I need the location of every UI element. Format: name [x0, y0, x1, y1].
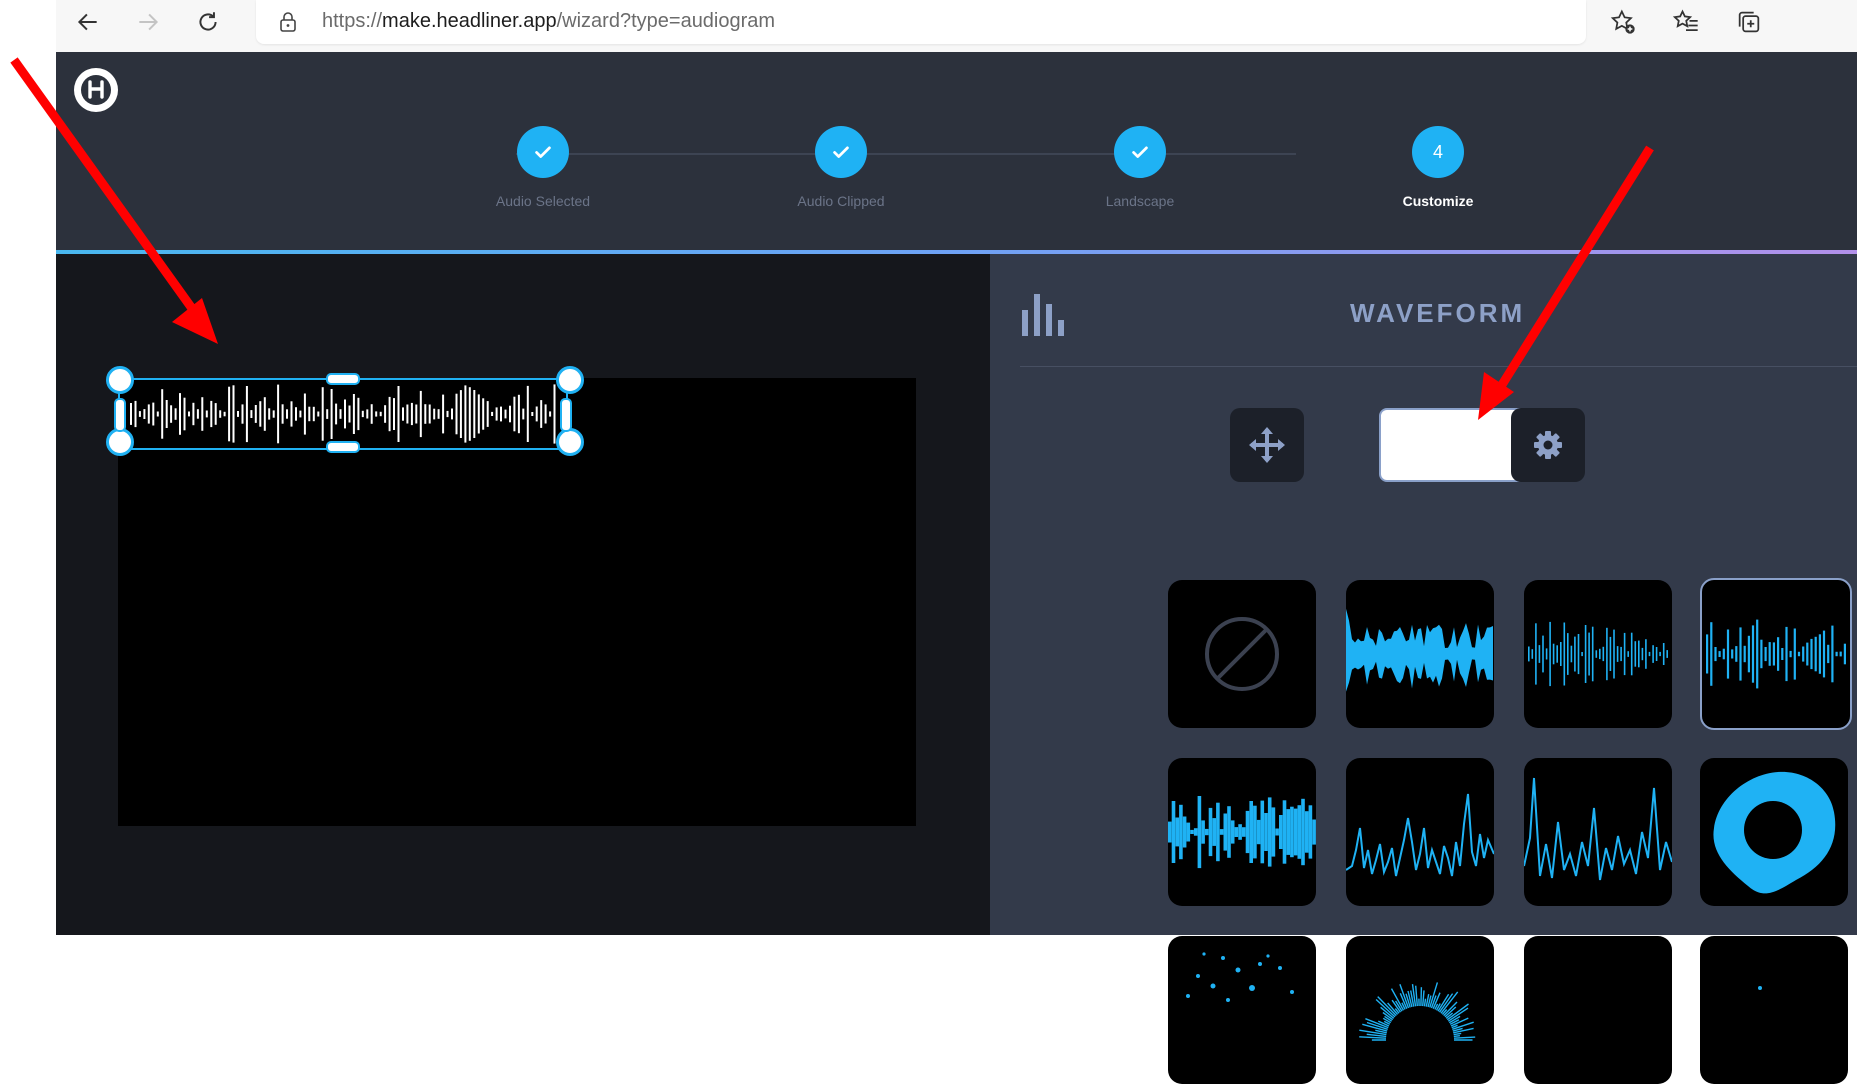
resize-handle-right[interactable]	[560, 398, 572, 432]
waveform-style-bars-blocky[interactable]	[1168, 758, 1316, 906]
waveform-style-radial[interactable]	[1346, 936, 1494, 1084]
bars-blocky-icon	[1168, 758, 1316, 906]
no-waveform-icon	[1168, 580, 1316, 728]
collections-icon	[1735, 8, 1763, 36]
panel-divider	[1020, 366, 1857, 367]
refresh-button[interactable]	[190, 4, 226, 40]
back-arrow-icon	[75, 9, 101, 35]
step-label: Audio Clipped	[731, 193, 951, 209]
step-landscape: Landscape	[1030, 126, 1250, 209]
headliner-app: Audio Selected Audio Clipped Landscape 4…	[56, 52, 1857, 935]
dots-icon	[1168, 936, 1316, 1084]
forward-button[interactable]	[130, 4, 166, 40]
step-customize: 4 Customize	[1328, 126, 1548, 209]
favorites-button[interactable]	[1670, 6, 1702, 38]
lock-icon	[278, 10, 298, 39]
url-text: https://make.headliner.app/wizard?type=a…	[322, 10, 775, 33]
bars-thin-icon	[1524, 580, 1672, 728]
blob-icon	[1700, 758, 1848, 906]
add-favorite-button[interactable]	[1607, 6, 1639, 38]
wave-fill-icon	[1346, 580, 1494, 728]
waveform-style-line-jagged[interactable]	[1524, 758, 1672, 906]
selection-box	[118, 378, 568, 450]
step-number-badge: 4	[1412, 126, 1464, 178]
move-icon	[1247, 425, 1287, 465]
resize-handle-bottom-left[interactable]	[106, 428, 134, 456]
step-complete-badge	[1114, 126, 1166, 178]
resize-handle-top-left[interactable]	[106, 366, 134, 394]
step-complete-badge	[517, 126, 569, 178]
browser-toolbar: https://make.headliner.app/wizard?type=a…	[56, 0, 1857, 52]
waveform-panel: WAVEFORM	[990, 254, 1857, 935]
url-path: /wizard?type=audiogram	[557, 10, 775, 32]
waveform-style-line-wave[interactable]	[1346, 758, 1494, 906]
bars-selected-icon	[1702, 580, 1850, 728]
line-wave-icon	[1346, 758, 1494, 906]
headliner-logo[interactable]	[74, 68, 118, 112]
waveform-color-swatch[interactable]	[1379, 408, 1527, 482]
step-complete-badge	[815, 126, 867, 178]
url-prefix: https://	[322, 10, 382, 32]
resize-handle-top-right[interactable]	[556, 366, 584, 394]
waveform-style-wave-fill[interactable]	[1346, 580, 1494, 728]
step-label: Audio Selected	[433, 193, 653, 209]
dots-icon	[1700, 936, 1848, 1084]
star-plus-icon	[1609, 8, 1637, 36]
line-jagged-icon	[1524, 758, 1672, 906]
step-label: Landscape	[1030, 193, 1250, 209]
gear-icon	[1532, 429, 1564, 461]
panel-title: WAVEFORM	[1350, 298, 1650, 329]
resize-handle-left[interactable]	[114, 398, 126, 432]
step-label: Customize	[1328, 193, 1548, 209]
check-icon	[830, 141, 852, 163]
check-icon	[1129, 141, 1151, 163]
waveform-style-empty[interactable]	[1524, 936, 1672, 1084]
forward-arrow-icon	[135, 9, 161, 35]
waveform-style-blob[interactable]	[1700, 758, 1848, 906]
waveform-style-bars-selected[interactable]	[1700, 578, 1852, 730]
waveform-style-dots-b[interactable]	[1700, 936, 1848, 1084]
waveform-style-dots[interactable]	[1168, 936, 1316, 1084]
back-button[interactable]	[70, 4, 106, 40]
settings-button[interactable]	[1511, 408, 1585, 482]
step-audio-clipped: Audio Clipped	[731, 126, 951, 209]
waveform-layer[interactable]	[118, 378, 568, 450]
resize-handle-top[interactable]	[326, 373, 360, 385]
waveform-bars-icon	[1020, 290, 1072, 343]
resize-handle-bottom-right[interactable]	[556, 428, 584, 456]
refresh-icon	[195, 9, 221, 35]
check-icon	[532, 141, 554, 163]
step-audio-selected: Audio Selected	[433, 126, 653, 209]
canvas-area	[56, 254, 990, 935]
waveform-style-none[interactable]	[1168, 580, 1316, 728]
address-bar[interactable]: https://make.headliner.app/wizard?type=a…	[256, 0, 1586, 44]
url-domain: make.headliner.app	[382, 10, 557, 32]
waveform-style-bars-thin[interactable]	[1524, 580, 1672, 728]
headliner-logo-icon	[79, 73, 113, 107]
radial-icon	[1346, 936, 1494, 1084]
collections-button[interactable]	[1733, 6, 1765, 38]
favorites-list-icon	[1672, 8, 1700, 36]
resize-handle-bottom[interactable]	[326, 441, 360, 453]
position-button[interactable]	[1230, 408, 1304, 482]
